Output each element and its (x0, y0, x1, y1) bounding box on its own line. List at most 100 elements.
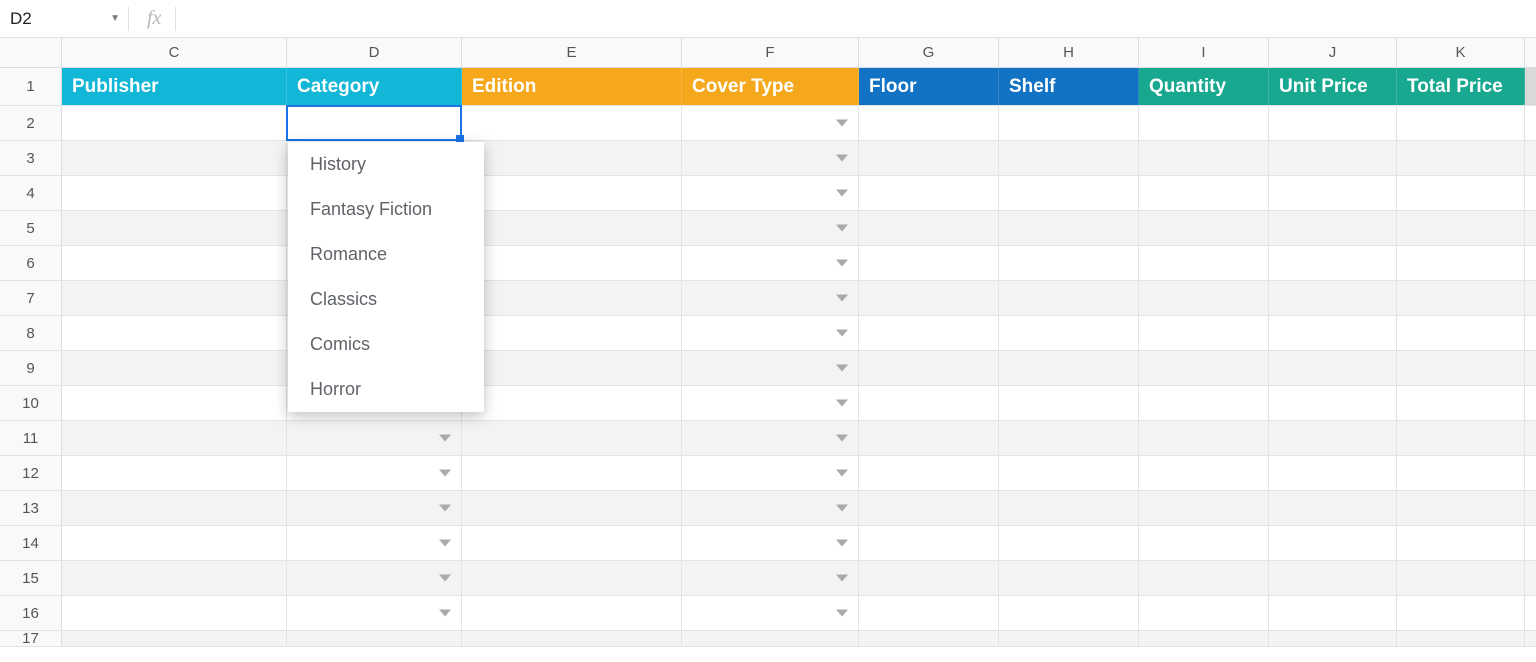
cell-H5[interactable] (999, 211, 1139, 245)
cell-J5[interactable] (1269, 211, 1397, 245)
cell-F7[interactable] (682, 281, 859, 315)
dropdown-caret-icon[interactable] (439, 575, 451, 582)
cell-K12[interactable] (1397, 456, 1525, 490)
cell-F16[interactable] (682, 596, 859, 630)
col-header-E[interactable]: E (462, 38, 682, 67)
cell-F3[interactable] (682, 141, 859, 175)
cell-J12[interactable] (1269, 456, 1397, 490)
cell-G7[interactable] (859, 281, 999, 315)
cell-I10[interactable] (1139, 386, 1269, 420)
cell-K16[interactable] (1397, 596, 1525, 630)
cell-C17[interactable] (62, 631, 287, 646)
cell-E17[interactable] (462, 631, 682, 646)
cell-G12[interactable] (859, 456, 999, 490)
cell-G13[interactable] (859, 491, 999, 525)
cell-H13[interactable] (999, 491, 1139, 525)
cell-E14[interactable] (462, 526, 682, 560)
row-header-15[interactable]: 15 (0, 561, 62, 595)
cell-I13[interactable] (1139, 491, 1269, 525)
cell-C6[interactable] (62, 246, 287, 280)
cell-G10[interactable] (859, 386, 999, 420)
cell-I3[interactable] (1139, 141, 1269, 175)
row-header-16[interactable]: 16 (0, 596, 62, 630)
cell-H8[interactable] (999, 316, 1139, 350)
cell-J9[interactable] (1269, 351, 1397, 385)
row-header-6[interactable]: 6 (0, 246, 62, 280)
cell-D2[interactable] (287, 106, 462, 140)
formula-input[interactable] (176, 0, 1536, 37)
cell-E12[interactable] (462, 456, 682, 490)
cell-C13[interactable] (62, 491, 287, 525)
cell-J4[interactable] (1269, 176, 1397, 210)
cell-G9[interactable] (859, 351, 999, 385)
cell-F17[interactable] (682, 631, 859, 646)
cell-E11[interactable] (462, 421, 682, 455)
dropdown-caret-icon[interactable] (836, 610, 848, 617)
cell-J11[interactable] (1269, 421, 1397, 455)
cell-C4[interactable] (62, 176, 287, 210)
cell-K17[interactable] (1397, 631, 1525, 646)
row-header-1[interactable]: 1 (0, 68, 62, 105)
cell-E5[interactable] (462, 211, 682, 245)
cell-K9[interactable] (1397, 351, 1525, 385)
cell-E16[interactable] (462, 596, 682, 630)
cell-K2[interactable] (1397, 106, 1525, 140)
cell-H2[interactable] (999, 106, 1139, 140)
dropdown-caret-icon[interactable] (836, 260, 848, 267)
dropdown-option[interactable]: Fantasy Fiction (288, 187, 484, 232)
cell-C2[interactable] (62, 106, 287, 140)
cell-E8[interactable] (462, 316, 682, 350)
cell-C12[interactable] (62, 456, 287, 490)
cell-K14[interactable] (1397, 526, 1525, 560)
dropdown-caret-icon[interactable] (836, 190, 848, 197)
cell-H10[interactable] (999, 386, 1139, 420)
row-header-5[interactable]: 5 (0, 211, 62, 245)
row-header-13[interactable]: 13 (0, 491, 62, 525)
cell-H4[interactable] (999, 176, 1139, 210)
cell-I16[interactable] (1139, 596, 1269, 630)
dropdown-option[interactable]: Classics (288, 277, 484, 322)
cell-H6[interactable] (999, 246, 1139, 280)
select-all-corner[interactable] (0, 38, 62, 67)
col-header-I[interactable]: I (1139, 38, 1269, 67)
cell-I4[interactable] (1139, 176, 1269, 210)
col-header-C[interactable]: C (62, 38, 287, 67)
cell-F4[interactable] (682, 176, 859, 210)
cell-F11[interactable] (682, 421, 859, 455)
cell-H9[interactable] (999, 351, 1139, 385)
cell-C7[interactable] (62, 281, 287, 315)
row-header-9[interactable]: 9 (0, 351, 62, 385)
cell-C8[interactable] (62, 316, 287, 350)
cell-G15[interactable] (859, 561, 999, 595)
cell-C3[interactable] (62, 141, 287, 175)
dropdown-option[interactable]: Horror (288, 367, 484, 412)
cell-E4[interactable] (462, 176, 682, 210)
cell-K11[interactable] (1397, 421, 1525, 455)
cell-E3[interactable] (462, 141, 682, 175)
row-header-11[interactable]: 11 (0, 421, 62, 455)
dropdown-caret-icon[interactable] (836, 435, 848, 442)
cell-C16[interactable] (62, 596, 287, 630)
cell-J13[interactable] (1269, 491, 1397, 525)
cell-J16[interactable] (1269, 596, 1397, 630)
cell-I14[interactable] (1139, 526, 1269, 560)
cell-G4[interactable] (859, 176, 999, 210)
dropdown-caret-icon[interactable] (836, 225, 848, 232)
cell-G11[interactable] (859, 421, 999, 455)
dropdown-caret-icon[interactable] (439, 540, 451, 547)
cell-J14[interactable] (1269, 526, 1397, 560)
cell-I12[interactable] (1139, 456, 1269, 490)
cell-I6[interactable] (1139, 246, 1269, 280)
col-header-J[interactable]: J (1269, 38, 1397, 67)
cell-G8[interactable] (859, 316, 999, 350)
cell-H3[interactable] (999, 141, 1139, 175)
cell-E7[interactable] (462, 281, 682, 315)
cell-C14[interactable] (62, 526, 287, 560)
dropdown-caret-icon[interactable] (836, 330, 848, 337)
cell-J15[interactable] (1269, 561, 1397, 595)
cell-F5[interactable] (682, 211, 859, 245)
cell-K4[interactable] (1397, 176, 1525, 210)
cell-D14[interactable] (287, 526, 462, 560)
cell-H11[interactable] (999, 421, 1139, 455)
cell-I11[interactable] (1139, 421, 1269, 455)
